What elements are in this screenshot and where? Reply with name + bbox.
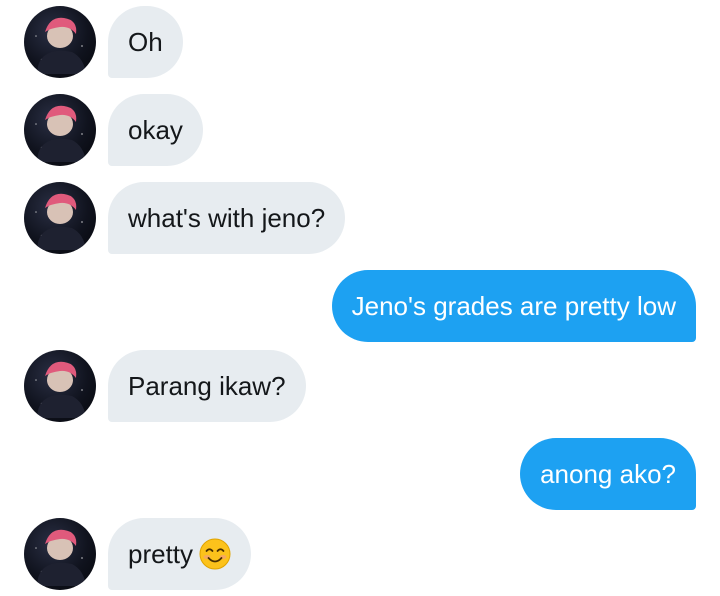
profile-avatar-icon (35, 17, 86, 74)
incoming-message-bubble[interactable]: okay (108, 94, 203, 166)
smiling-face-emoji-icon (199, 538, 231, 570)
avatar[interactable] (24, 94, 96, 166)
outgoing-message-bubble[interactable]: anong ako? (520, 438, 696, 510)
profile-avatar-icon (35, 529, 86, 586)
avatar[interactable] (24, 182, 96, 254)
incoming-message-bubble[interactable]: pretty (108, 518, 252, 590)
incoming-message-bubble[interactable]: Oh (108, 6, 183, 78)
avatar[interactable] (24, 6, 96, 78)
message-text: pretty (128, 539, 194, 569)
outgoing-message-bubble[interactable]: Jeno's grades are pretty low (331, 270, 696, 342)
profile-avatar-icon (35, 361, 86, 418)
message-row: Jeno's grades are pretty low (0, 270, 720, 342)
incoming-message-bubble[interactable]: what's with jeno? (108, 182, 346, 254)
message-row: anong ako? (0, 438, 720, 510)
message-row: Oh (0, 6, 720, 78)
message-row: Parang ikaw? (0, 350, 720, 422)
avatar[interactable] (24, 518, 96, 590)
message-row: pretty (0, 518, 720, 590)
message-row: what's with jeno? (0, 182, 720, 254)
incoming-message-bubble[interactable]: Parang ikaw? (108, 350, 306, 422)
message-row: okay (0, 94, 720, 166)
avatar[interactable] (24, 350, 96, 422)
profile-avatar-icon (35, 105, 86, 162)
profile-avatar-icon (35, 193, 86, 250)
